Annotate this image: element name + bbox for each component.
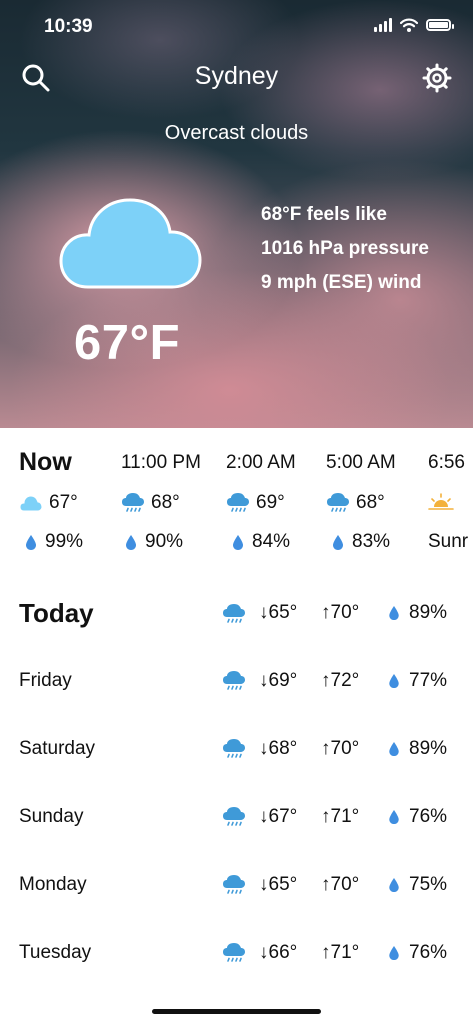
raindrop-icon — [389, 605, 399, 621]
hour-precip: 84% — [252, 531, 291, 552]
hour-precip-row: 99% — [25, 531, 83, 553]
day-high: ↑71° — [321, 942, 360, 963]
hour-temp: 67° — [49, 492, 78, 513]
cloud-icon — [19, 494, 43, 511]
weather-condition: Overcast clouds — [164, 122, 309, 144]
hero-background: 10:39 Sydney Overcast clouds 68°F feels … — [0, 0, 473, 428]
rain-cloud-icon — [223, 807, 245, 826]
hour-time: 6:56 — [428, 452, 465, 473]
day-name: Tuesday — [19, 942, 92, 963]
daily-row[interactable]: Monday ↓65° ↑70° 75% — [0, 866, 473, 906]
battery-icon — [426, 19, 454, 31]
hour-precip: 90% — [145, 531, 184, 552]
day-low: ↓65° — [259, 602, 298, 623]
raindrop-icon — [126, 534, 136, 550]
rain-cloud-icon — [223, 739, 245, 758]
day-high: ↑71° — [321, 806, 360, 827]
hour-precip: 99% — [45, 531, 84, 552]
status-time: 10:39 — [44, 16, 93, 37]
cloud-icon — [59, 198, 202, 289]
hour-time: 2:00 AM — [226, 452, 296, 473]
rain-cloud-icon — [227, 493, 249, 512]
day-low: ↓69° — [259, 670, 298, 691]
daily-row[interactable]: Tuesday ↓66° ↑71° 76% — [0, 934, 473, 974]
day-low: ↓65° — [259, 874, 298, 895]
hour-temp: 68° — [151, 492, 180, 513]
hour-precip-row: 90% — [125, 531, 183, 553]
day-precip: 75% — [409, 874, 448, 895]
day-precip: 77% — [409, 670, 448, 691]
hour-temp-row: 68° — [121, 492, 180, 514]
day-name: Sunday — [19, 806, 84, 827]
day-precip: 76% — [409, 806, 448, 827]
daily-row[interactable]: Sunday ↓67° ↑71° 76% — [0, 798, 473, 838]
current-temperature: 67°F — [74, 316, 181, 370]
city-name: Sydney — [194, 62, 279, 90]
hour-temp: 68° — [356, 492, 385, 513]
feels-like: 68°F feels like — [261, 204, 387, 225]
day-low: ↓67° — [259, 806, 298, 827]
hour-temp: 69° — [256, 492, 285, 513]
day-precip: 89% — [409, 738, 448, 759]
daily-row[interactable]: Today ↓65° ↑70° 89% — [0, 594, 473, 634]
pressure: 1016 hPa pressure — [261, 238, 429, 259]
hour-precip-row: 83% — [332, 531, 390, 553]
raindrop-icon — [26, 534, 36, 550]
hour-precip: 83% — [352, 531, 391, 552]
gear-icon — [422, 63, 452, 93]
wind: 9 mph (ESE) wind — [261, 272, 422, 293]
hour-precip-row: Sunr — [428, 531, 468, 553]
day-low: ↓66° — [259, 942, 298, 963]
rain-cloud-icon — [223, 604, 245, 623]
hour-temp-row: 69° — [226, 492, 285, 514]
day-high: ↑70° — [321, 738, 360, 759]
hour-precip-row: 84% — [232, 531, 290, 553]
weather-details: 68°F feels like 1016 hPa pressure 9 mph … — [261, 198, 429, 300]
hour-temp-row: 67° — [19, 492, 78, 514]
hour-time: 5:00 AM — [326, 452, 396, 473]
rain-cloud-icon — [223, 671, 245, 690]
day-name: Monday — [19, 874, 87, 895]
hourly-forecast[interactable]: Now 67° 99% 11:00 PM 68° 90% 2:00 AM 69°… — [0, 428, 473, 578]
day-high: ↑70° — [321, 874, 360, 895]
sunrise-icon — [428, 493, 454, 510]
raindrop-icon — [233, 534, 243, 550]
raindrop-icon — [389, 877, 399, 893]
hour-precip: Sunr — [428, 531, 469, 552]
raindrop-icon — [389, 741, 399, 757]
hour-time: Now — [19, 448, 72, 476]
hour-temp-row: 68° — [326, 492, 385, 514]
day-high: ↑70° — [321, 602, 360, 623]
settings-button[interactable] — [421, 62, 453, 94]
raindrop-icon — [333, 534, 343, 550]
home-indicator[interactable] — [152, 1009, 321, 1014]
wifi-icon — [400, 18, 418, 32]
hour-temp-row — [428, 492, 460, 512]
day-precip: 76% — [409, 942, 448, 963]
day-name: Today — [19, 598, 94, 628]
rain-cloud-icon — [223, 943, 245, 962]
day-high: ↑72° — [321, 670, 360, 691]
signal-icon — [374, 18, 392, 32]
raindrop-icon — [389, 809, 399, 825]
raindrop-icon — [389, 945, 399, 961]
day-low: ↓68° — [259, 738, 298, 759]
hour-time: 11:00 PM — [121, 452, 201, 473]
daily-row[interactable]: Friday ↓69° ↑72° 77% — [0, 662, 473, 702]
status-icons — [374, 18, 454, 32]
rain-cloud-icon — [223, 875, 245, 894]
day-precip: 89% — [409, 602, 448, 623]
rain-cloud-icon — [122, 493, 144, 512]
day-name: Saturday — [19, 738, 96, 759]
rain-cloud-icon — [327, 493, 349, 512]
status-bar: 10:39 — [0, 0, 473, 52]
raindrop-icon — [389, 673, 399, 689]
day-name: Friday — [19, 670, 72, 691]
daily-row[interactable]: Saturday ↓68° ↑70° 89% — [0, 730, 473, 770]
